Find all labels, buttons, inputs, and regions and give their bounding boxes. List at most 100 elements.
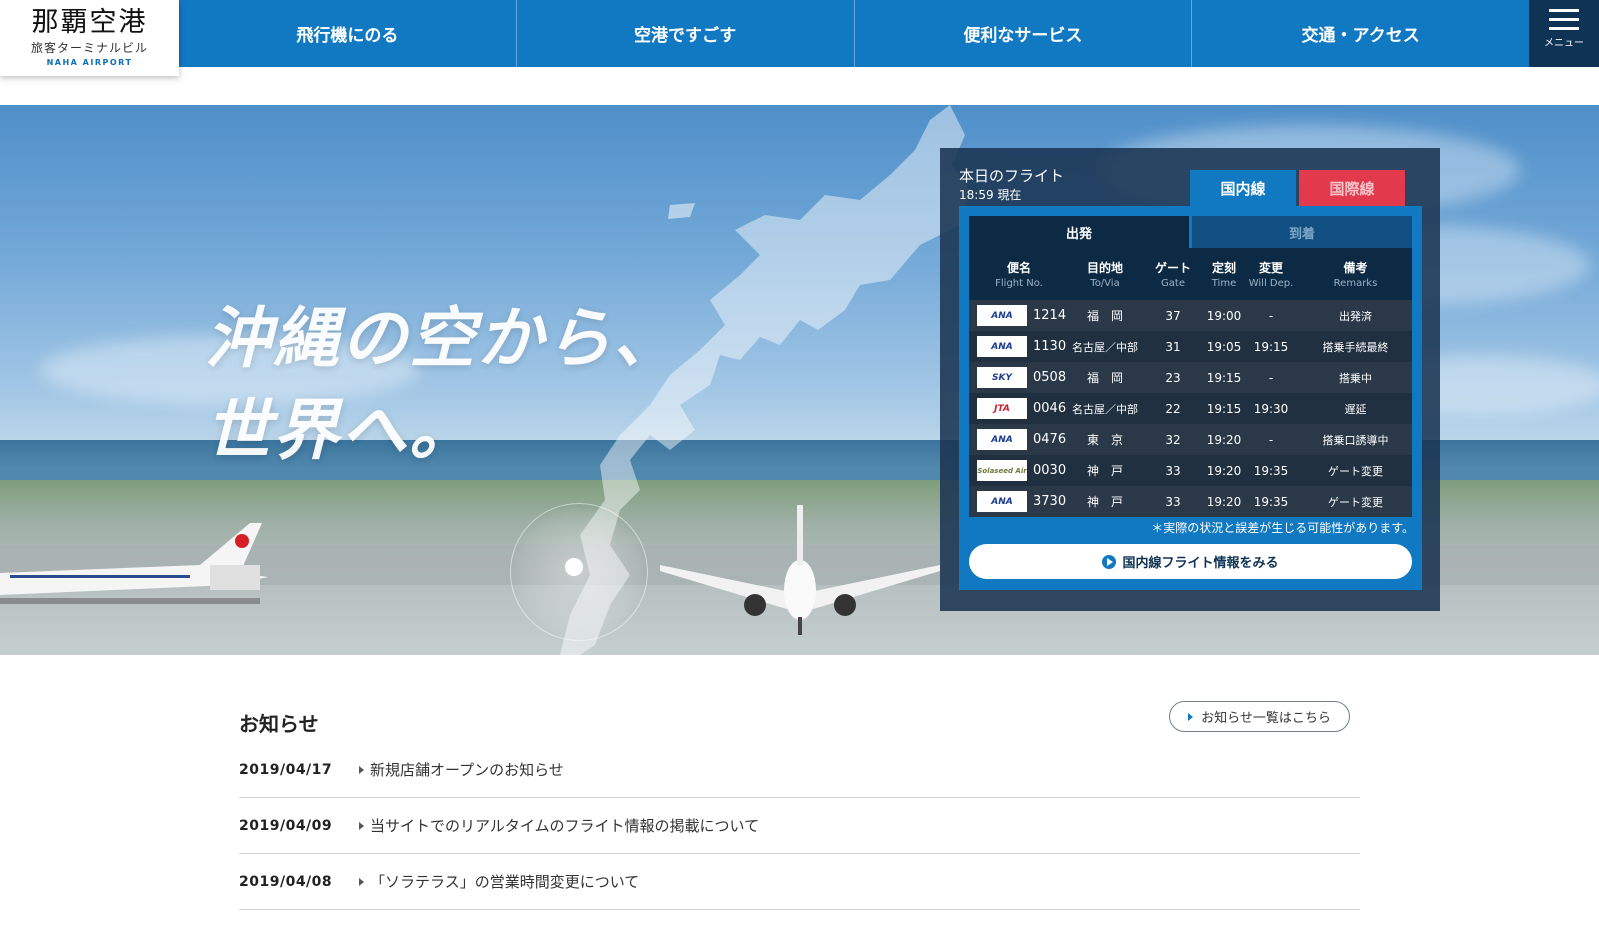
- flight-remarks: 遅延: [1344, 402, 1367, 416]
- list-item[interactable]: 2019/04/09 当サイトでのリアルタイムのフライト情報の掲載について: [239, 798, 1360, 854]
- flight-change: -: [1268, 308, 1274, 323]
- tab-departure[interactable]: 出発: [969, 216, 1189, 248]
- news-date: 2019/04/08: [239, 873, 333, 890]
- play-circle-icon: [1102, 554, 1117, 569]
- news-list-link-label: お知らせ一覧はこちら: [1201, 711, 1331, 726]
- header-remarks-jp: 備考: [1343, 261, 1368, 275]
- flight-panel-time: 18:59 現在: [959, 188, 1022, 202]
- flight-number: 0030: [1033, 463, 1067, 478]
- table-row[interactable]: ANA 1130 名古屋／中部 31 19:05 19:15 搭乗手続最終: [969, 331, 1412, 362]
- flight-time: 19:20: [1206, 432, 1242, 447]
- flight-time: 19:05: [1206, 339, 1242, 354]
- header-change-jp: 変更: [1258, 261, 1283, 275]
- arrow-right-icon: [359, 765, 364, 774]
- flight-gate: 32: [1165, 432, 1181, 447]
- flight-change: 19:15: [1253, 339, 1289, 354]
- tab-international[interactable]: 国際線: [1299, 170, 1405, 206]
- flight-change: 19:30: [1253, 401, 1289, 416]
- tab-domestic[interactable]: 国内線: [1190, 170, 1296, 206]
- flight-number: 0476: [1033, 432, 1067, 447]
- arrow-right-icon: [359, 877, 364, 886]
- hero-catchphrase: 沖縄の空から、 世界へ。: [205, 293, 681, 477]
- domestic-flight-info-button[interactable]: 国内線フライト情報をみる: [969, 544, 1412, 579]
- news-link[interactable]: 「ソラテラス」の営業時間変更について: [370, 871, 639, 892]
- flight-gate: 37: [1165, 308, 1181, 323]
- flight-destination: 東 京: [1086, 433, 1123, 447]
- news-list: 2019/04/17 新規店舗オープンのお知らせ 2019/04/09 当サイト…: [239, 742, 1360, 910]
- flight-destination: 福 岡: [1086, 371, 1123, 385]
- menu-button[interactable]: メニュー: [1529, 0, 1599, 67]
- news-date: 2019/04/09: [239, 817, 333, 834]
- flight-remarks: 出発済: [1339, 309, 1372, 323]
- flight-change: -: [1268, 370, 1274, 385]
- logo-en-text: NAHA AIRPORT: [46, 58, 133, 67]
- flight-destination: 神 戸: [1086, 495, 1123, 509]
- header-dest-en: To/Via: [1090, 278, 1120, 289]
- flight-remarks: 搭乗中: [1339, 371, 1372, 385]
- flight-time: 19:00: [1206, 308, 1242, 323]
- flight-gate: 23: [1165, 370, 1181, 385]
- tab-arrival[interactable]: 到着: [1192, 216, 1412, 248]
- global-nav: 飛行機にのる 空港ですごす 便利なサービス 交通・アクセス: [179, 0, 1529, 67]
- flight-number: 0508: [1033, 370, 1067, 385]
- flight-time: 19:20: [1206, 463, 1242, 478]
- table-row[interactable]: ANA 3730 神 戸 33 19:20 19:35 ゲート変更: [969, 486, 1412, 517]
- flight-info-panel: 本日のフライト 18:59 現在 国内線 国際線 出発 到着 便名 Flight …: [940, 148, 1440, 611]
- flight-number: 0046: [1033, 401, 1067, 416]
- flight-remarks: 搭乗手続最終: [1322, 340, 1389, 354]
- flight-board: 出発 到着 便名 Flight No. 目的地 To/Via ゲート Gate 定刻 T…: [959, 206, 1422, 590]
- menu-label: メニュー: [1544, 38, 1584, 49]
- hero-line-2: 世界へ。: [205, 392, 477, 469]
- location-marker: [510, 503, 648, 641]
- flight-gate: 33: [1165, 494, 1181, 509]
- header-gate-en: Gate: [1161, 278, 1185, 289]
- nav-item-board[interactable]: 飛行機にのる: [179, 0, 517, 67]
- header-gate-jp: ゲート: [1154, 261, 1191, 275]
- ana-logo-icon: ANA: [977, 491, 1027, 512]
- flight-destination: 名古屋／中部: [1072, 402, 1138, 416]
- hero-line-1: 沖縄の空から、: [205, 300, 681, 377]
- flight-destination: 福 岡: [1086, 309, 1123, 323]
- table-row[interactable]: Solaseed Air 0030 神 戸 33 19:20 19:35 ゲート変…: [969, 455, 1412, 486]
- arrow-right-icon: [359, 821, 364, 830]
- site-logo[interactable]: 那覇空港 旅客ターミナルビル NAHA AIRPORT: [0, 0, 179, 76]
- nav-item-services[interactable]: 便利なサービス: [855, 0, 1193, 67]
- header-dest-jp: 目的地: [1086, 261, 1123, 275]
- flight-panel-title: 本日のフライト: [959, 167, 1065, 185]
- news-link[interactable]: 当サイトでのリアルタイムのフライト情報の掲載について: [370, 815, 759, 836]
- list-item[interactable]: 2019/04/08 「ソラテラス」の営業時間変更について: [239, 854, 1360, 910]
- flight-number: 1130: [1033, 339, 1067, 354]
- hero-banner: 沖縄の空から、 世界へ。 本日のフライト 18:59 現在 国内線 国際線 出発…: [0, 105, 1599, 655]
- logo-sub-text: 旅客ターミナルビル: [30, 41, 148, 55]
- news-link[interactable]: 新規店舗オープンのお知らせ: [370, 759, 564, 780]
- site-header: 那覇空港 旅客ターミナルビル NAHA AIRPORT 飛行機にのる 空港ですご…: [0, 0, 1599, 76]
- flight-destination: 神 戸: [1086, 464, 1123, 478]
- flight-remarks: 搭乗口誘導中: [1322, 433, 1389, 447]
- hamburger-icon: [1549, 9, 1579, 30]
- flight-table-header: 便名 Flight No. 目的地 To/Via ゲート Gate 定刻 Time 変更…: [969, 248, 1412, 300]
- ana-logo-icon: ANA: [977, 429, 1027, 450]
- flight-time: 19:15: [1206, 370, 1242, 385]
- header-change-en: Will Dep.: [1248, 278, 1294, 289]
- flight-gate: 31: [1165, 339, 1181, 354]
- nav-item-spend-time[interactable]: 空港ですごす: [517, 0, 855, 67]
- domestic-flight-info-label: 国内線フライト情報をみる: [1122, 556, 1279, 571]
- direction-tabs: 出発 到着: [969, 216, 1412, 248]
- table-row[interactable]: ANA 0476 東 京 32 19:20 - 搭乗口誘導中: [969, 424, 1412, 455]
- nav-item-access[interactable]: 交通・アクセス: [1192, 0, 1529, 67]
- table-row[interactable]: JTA 0046 名古屋／中部 22 19:15 19:30 遅延: [969, 393, 1412, 424]
- flight-change: -: [1268, 432, 1274, 447]
- header-remarks-en: Remarks: [1333, 278, 1378, 289]
- news-list-link[interactable]: お知らせ一覧はこちら: [1169, 701, 1350, 732]
- table-row[interactable]: ANA 1214 福 岡 37 19:00 - 出発済: [969, 300, 1412, 331]
- list-item[interactable]: 2019/04/17 新規店舗オープンのお知らせ: [239, 742, 1360, 798]
- flight-number: 1214: [1033, 308, 1067, 323]
- jta-logo-icon: JTA: [977, 398, 1027, 419]
- table-row[interactable]: SKY 0508 福 岡 23 19:15 - 搭乗中: [969, 362, 1412, 393]
- arrow-right-icon: [1188, 712, 1194, 721]
- skymark-logo-icon: SKY: [977, 367, 1027, 388]
- jal-airplane: [0, 523, 268, 604]
- logo-main-text: 那覇空港: [31, 7, 148, 38]
- flight-gate: 22: [1165, 401, 1181, 416]
- front-airplane: [660, 505, 940, 635]
